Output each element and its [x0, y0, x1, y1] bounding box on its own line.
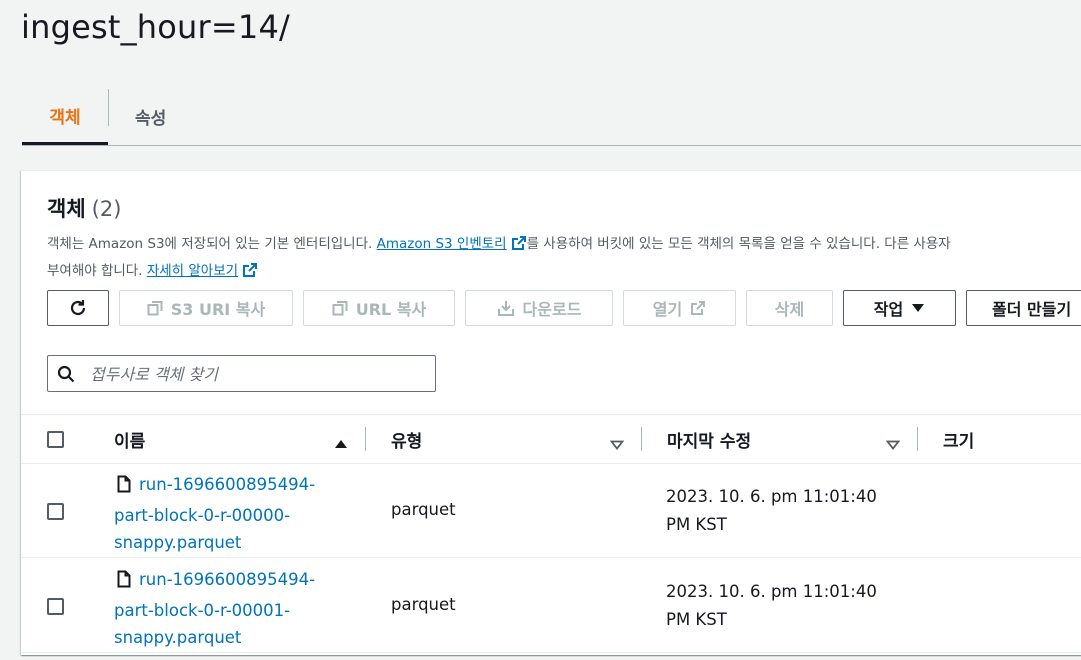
panel-description: 객체는 Amazon S3에 저장되어 있는 기본 엔터티입니다. Amazon… [47, 232, 1081, 286]
column-divider[interactable] [365, 427, 366, 451]
object-type: parquet [391, 595, 456, 614]
create-folder-button[interactable]: 폴더 만들기 [966, 290, 1081, 326]
row-checkbox[interactable] [47, 503, 64, 520]
external-link-icon[interactable] [242, 262, 258, 286]
table-row: run-1696600895494- part-block-0-r-00001-… [21, 558, 1081, 653]
page-title: ingest_hour=14/ [21, 8, 290, 46]
column-header-last-modified[interactable]: 마지막 수정 [667, 415, 751, 463]
object-search-field[interactable] [47, 355, 436, 392]
open-button[interactable]: 열기 [623, 290, 736, 326]
table-header: 이름 유형 마지막 수정 크기 [21, 415, 1081, 464]
download-icon [497, 299, 515, 317]
search-icon [57, 365, 75, 387]
column-header-name[interactable]: 이름 [114, 415, 145, 463]
file-icon [117, 474, 131, 502]
inventory-link[interactable]: Amazon S3 인벤토리 [377, 236, 507, 252]
tab-divider [108, 89, 109, 126]
panel-title: 객체 [47, 197, 86, 221]
object-type: parquet [391, 500, 456, 519]
learn-more-link[interactable]: 자세히 알아보기 [147, 263, 238, 279]
object-last-modified: 2023. 10. 6. pm 11:01:40 PM KST [666, 487, 877, 534]
refresh-button[interactable] [47, 290, 109, 326]
sort-ascending-icon[interactable] [334, 434, 348, 453]
column-divider[interactable] [641, 427, 642, 451]
column-divider[interactable] [917, 427, 918, 451]
description-text-3: 부여해야 합니다. [47, 263, 147, 279]
select-all-checkbox[interactable] [47, 431, 64, 448]
external-link-icon [690, 300, 706, 316]
tab-objects[interactable]: 객체 [22, 88, 108, 145]
copy-icon [147, 300, 163, 316]
copy-url-button[interactable]: URL 복사 [303, 290, 455, 326]
panel-heading: 객체 (2) [47, 193, 121, 223]
column-header-type[interactable]: 유형 [391, 415, 422, 463]
search-input[interactable] [88, 360, 432, 389]
column-header-size[interactable]: 크기 [943, 415, 974, 463]
table-row: run-1696600895494- part-block-0-r-00000-… [21, 463, 1081, 558]
sort-icon[interactable] [885, 435, 901, 454]
external-link-icon[interactable] [511, 235, 527, 259]
copy-icon [332, 300, 348, 316]
tab-properties[interactable]: 속성 [135, 88, 166, 144]
file-icon [117, 569, 131, 597]
actions-dropdown-button[interactable]: 작업 [843, 290, 956, 326]
description-text-2: 를 사용하여 버킷에 있는 모든 객체의 목록을 얻을 수 있습니다. 다른 사… [526, 236, 951, 252]
delete-button[interactable]: 삭제 [746, 290, 833, 326]
caret-down-icon [911, 303, 925, 313]
object-name-link[interactable]: run-1696600895494- part-block-0-r-00000-… [114, 471, 344, 557]
copy-s3-uri-button[interactable]: S3 URI 복사 [119, 290, 293, 326]
row-checkbox[interactable] [47, 598, 64, 615]
object-name-link[interactable]: run-1696600895494- part-block-0-r-00001-… [114, 566, 344, 652]
description-text-1: 객체는 Amazon S3에 저장되어 있는 기본 엔터티입니다. [47, 236, 377, 252]
refresh-icon [68, 298, 88, 318]
sort-icon[interactable] [609, 435, 625, 454]
download-button[interactable]: 다운로드 [465, 290, 613, 326]
object-count: (2) [91, 197, 122, 221]
tab-bar: 객체 속성 [22, 88, 1081, 146]
objects-panel: 객체 (2) 객체는 Amazon S3에 저장되어 있는 기본 엔터티입니다. … [21, 170, 1081, 655]
object-last-modified: 2023. 10. 6. pm 11:01:40 PM KST [666, 582, 877, 629]
